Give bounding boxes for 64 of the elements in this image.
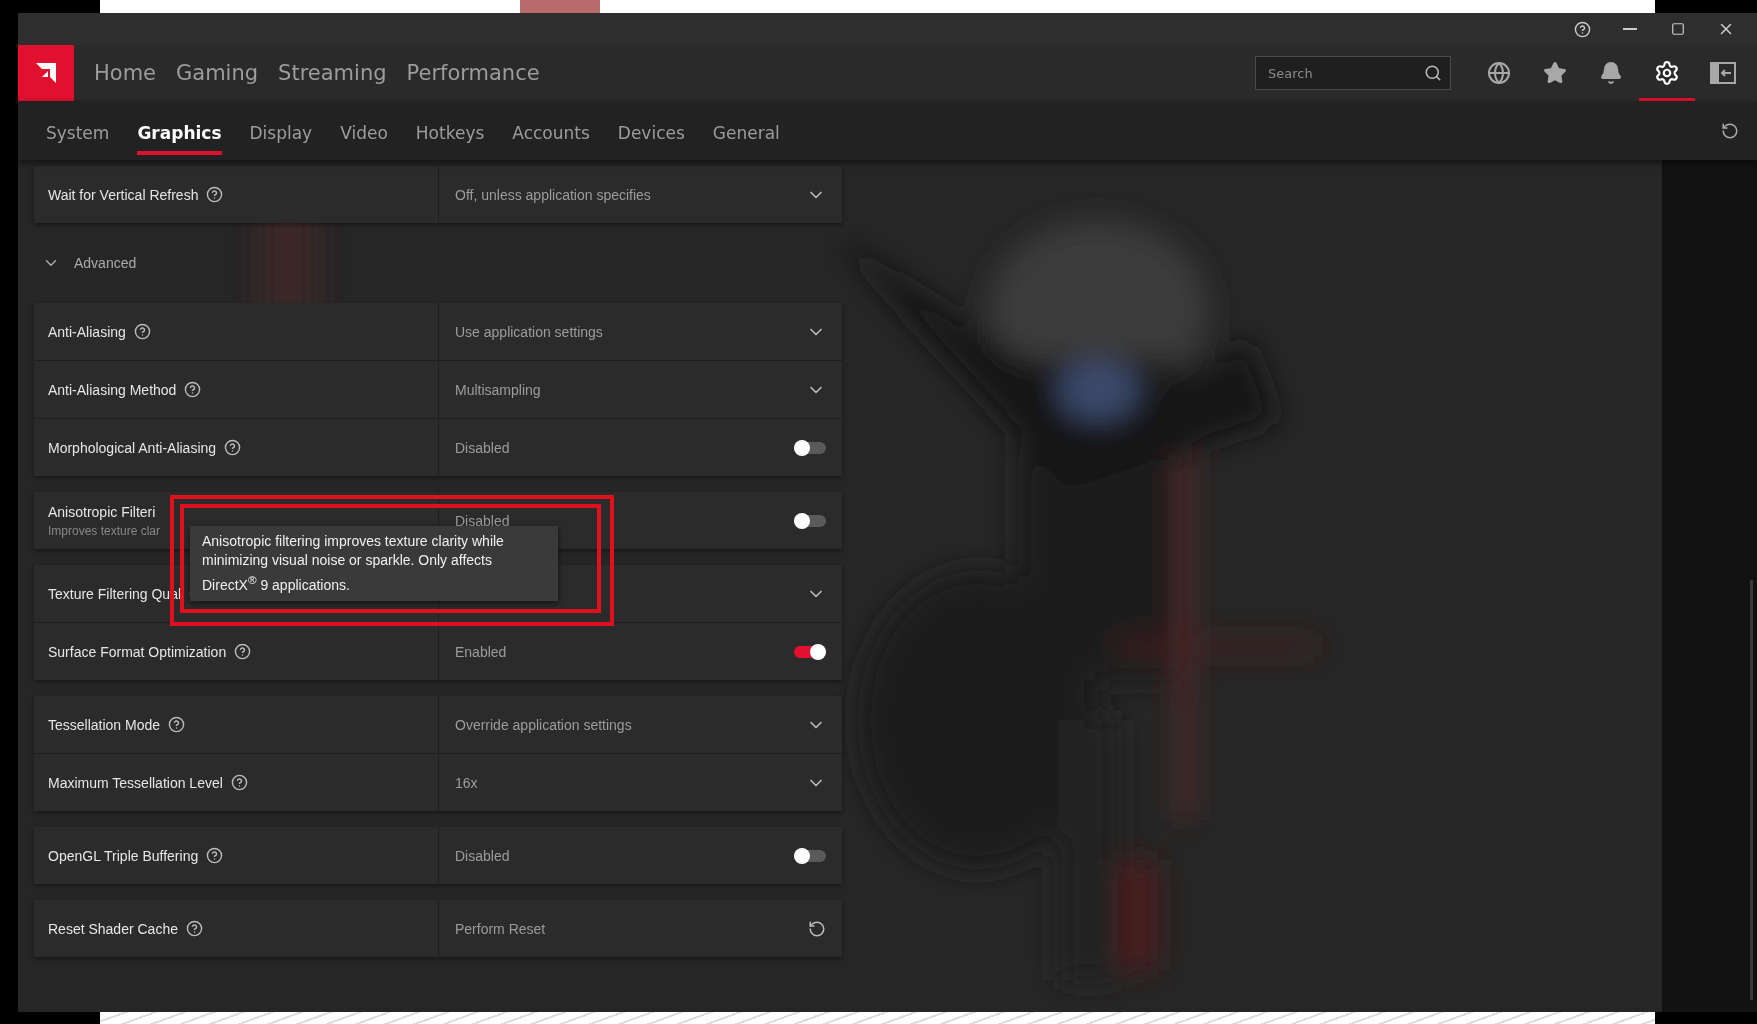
help-icon[interactable]	[184, 381, 202, 398]
reset-icon	[808, 919, 826, 938]
help-icon[interactable]	[234, 643, 252, 660]
help-icon[interactable]	[230, 774, 248, 791]
search-icon	[1424, 64, 1442, 82]
setting-label: Tessellation Mode	[48, 716, 161, 733]
setting-label: Anti-Aliasing	[48, 323, 126, 340]
search-field[interactable]: Search	[1255, 56, 1451, 90]
scrollbar-thumb[interactable]	[1750, 580, 1753, 1000]
settings-tab[interactable]: Graphics	[137, 106, 222, 155]
section-toggle[interactable]: Advanced	[42, 254, 137, 272]
settings-tab[interactable]: Hotkeys	[415, 106, 485, 155]
nav-tab[interactable]: Streaming	[278, 61, 387, 85]
settings-tab[interactable]: Accounts	[512, 106, 590, 155]
help-icon[interactable]	[133, 323, 151, 340]
help-icon	[1573, 20, 1591, 38]
setting-label: Maximum Tessellation Level	[48, 774, 223, 791]
nav-tab[interactable]: Performance	[406, 61, 540, 85]
settings-tab[interactable]: Video	[340, 106, 388, 155]
setting-value: Disabled	[455, 847, 510, 864]
app-logo[interactable]	[18, 45, 74, 101]
help-icon[interactable]	[206, 186, 224, 203]
setting-label: Surface Format Optimization	[48, 643, 227, 660]
nav-tab[interactable]: Gaming	[176, 61, 259, 85]
setting-value: Disabled	[455, 512, 510, 529]
toggle-switch[interactable]	[794, 441, 826, 454]
toggle-switch[interactable]	[794, 514, 826, 527]
reset-icon	[1721, 121, 1739, 140]
setting-label: Anti-Aliasing Method	[48, 381, 177, 398]
settings-tab[interactable]: Display	[249, 106, 313, 155]
help-icon[interactable]	[168, 716, 186, 733]
setting-description: Improves texture clar	[48, 523, 161, 538]
help-icon[interactable]	[224, 439, 242, 456]
setting-label: OpenGL Triple Buffering	[48, 847, 199, 864]
setting-value: Disabled	[455, 439, 510, 456]
setting-label: Wait for Vertical Refresh	[48, 186, 199, 203]
setting-value: Off, unless application specifies	[455, 186, 651, 203]
setting-value: Enabled	[455, 643, 507, 660]
setting-value: Override application settings	[455, 716, 632, 733]
globe-icon	[1487, 61, 1511, 85]
help-icon[interactable]	[206, 847, 224, 864]
toggle-switch[interactable]	[794, 849, 826, 862]
setting-value: Use application settings	[455, 323, 603, 340]
tooltip: Anisotropic filtering improves texture clarity while minimizing visual noise or sparkle. Only affects DirectX$^{®}$ 9 applications.	[190, 526, 558, 601]
reset-button[interactable]	[1721, 121, 1739, 140]
settings-icon	[1654, 60, 1680, 86]
bell-icon	[1599, 61, 1623, 85]
maximize-icon	[1671, 22, 1685, 36]
setting-value: Multisampling	[455, 381, 541, 398]
setting-label: Reset Shader Cache	[48, 920, 178, 937]
star-icon	[1543, 61, 1567, 85]
reset-button[interactable]	[808, 919, 826, 938]
panel-icon	[1710, 62, 1736, 84]
settings-tab[interactable]: General	[712, 106, 780, 155]
toggle-switch[interactable]	[794, 645, 826, 658]
help-icon[interactable]	[185, 920, 203, 937]
settings-tab[interactable]: System	[46, 106, 110, 155]
setting-label: Morphological Anti-Aliasing	[48, 439, 217, 456]
setting-value: 16x	[455, 774, 478, 791]
setting-label: Anisotropic Filteri	[48, 503, 156, 520]
settings-tab[interactable]: Devices	[617, 106, 685, 155]
setting-value: Perform Reset	[455, 920, 546, 937]
minimize-icon	[1623, 28, 1637, 30]
nav-tab[interactable]: Home	[94, 61, 156, 85]
